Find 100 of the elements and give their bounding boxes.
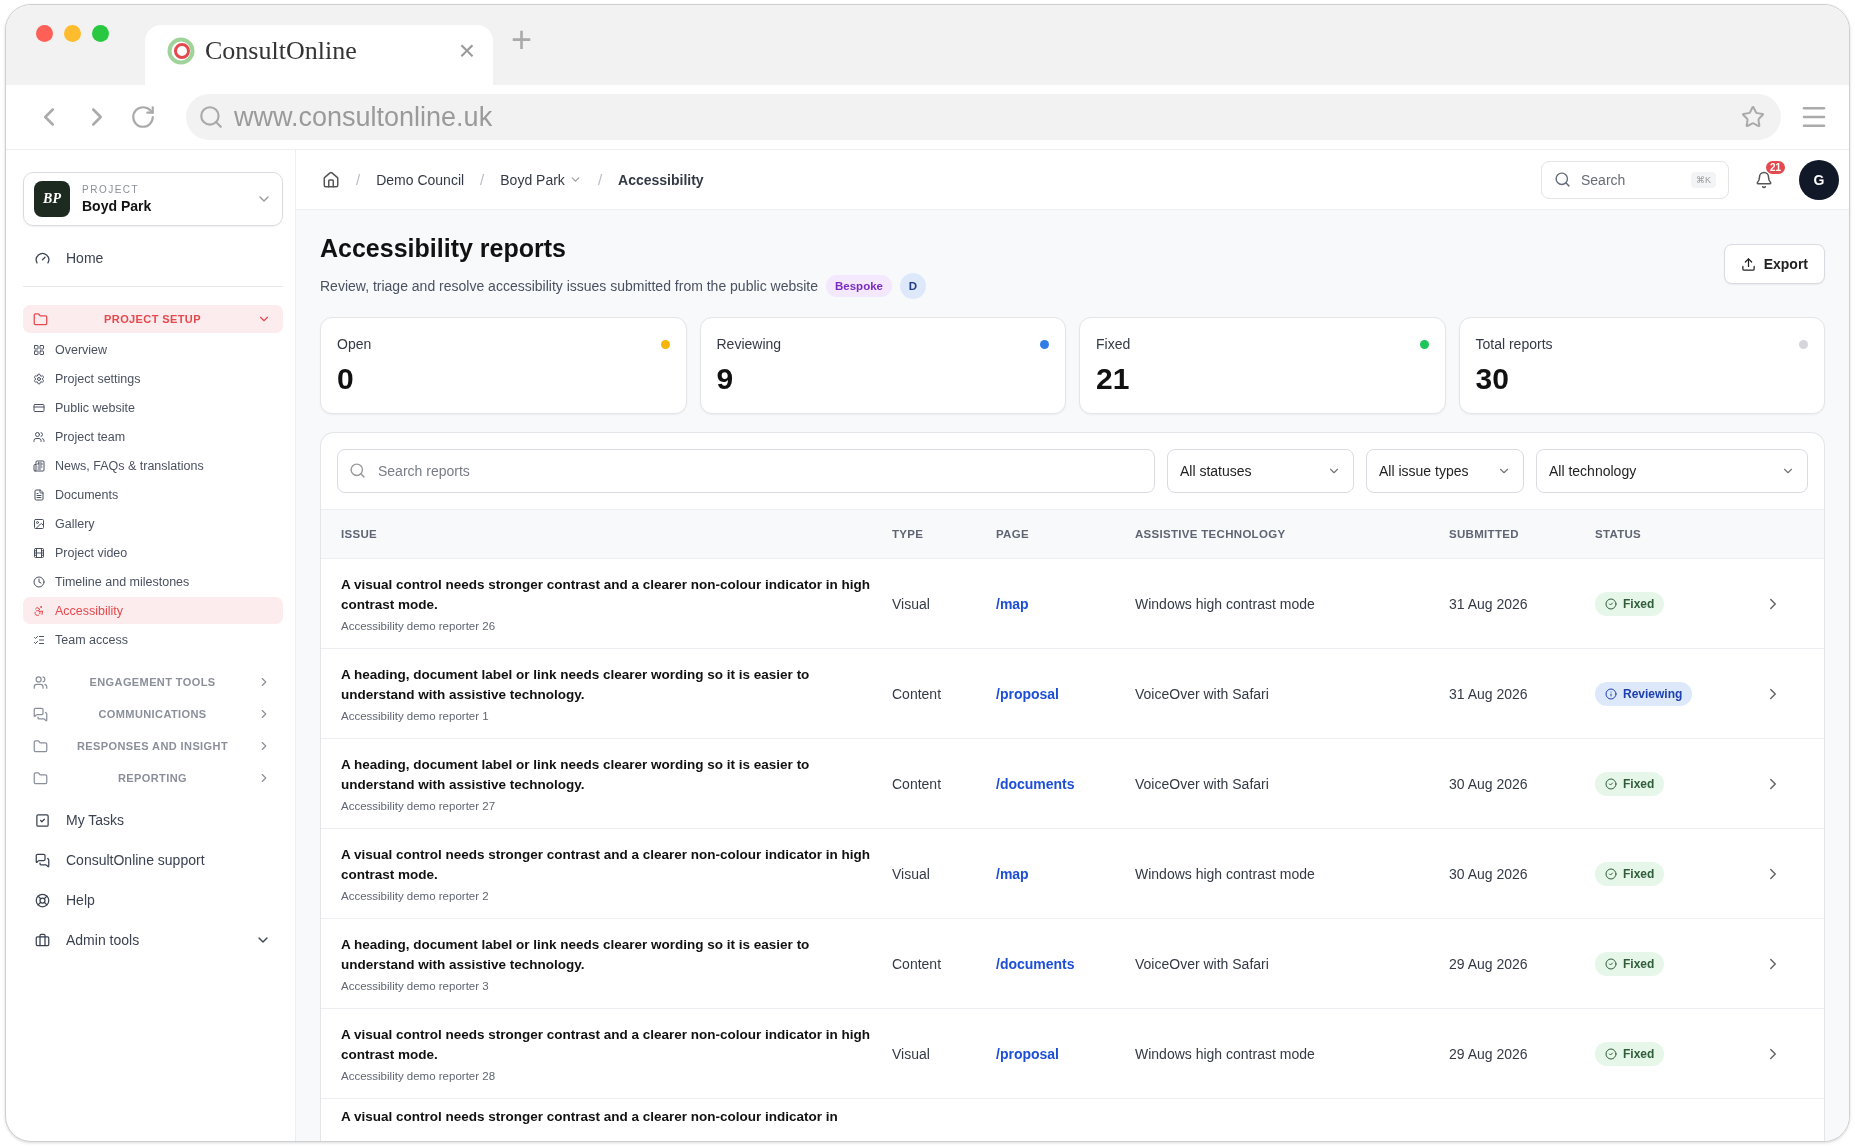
project-logo: BP bbox=[34, 181, 70, 217]
maximize-window-icon[interactable] bbox=[92, 24, 109, 42]
nav-link[interactable]: Help bbox=[23, 880, 283, 920]
nav-item-icon bbox=[33, 401, 45, 414]
page-link[interactable]: /map bbox=[996, 595, 1029, 612]
check-circle-icon bbox=[1605, 777, 1617, 790]
table-row[interactable]: A visual control needs stronger contrast and a clearer non-colour indicator in high contrast mode. Accessibility demo reporter 2 Visual /map Windows high contrast mode 30 Aug 2026 Fixed bbox=[321, 829, 1824, 919]
nav-link[interactable]: ConsultOnline support bbox=[23, 840, 283, 880]
url-text: www.consultonline.uk bbox=[234, 101, 494, 133]
column-header: STATUS bbox=[1595, 528, 1643, 540]
home-icon[interactable] bbox=[322, 170, 340, 189]
column-header: ASSISTIVE TECHNOLOGY bbox=[1135, 528, 1287, 540]
nav-item[interactable]: Overview bbox=[23, 336, 283, 363]
reporter-name: Accessibility demo reporter 3 bbox=[341, 980, 490, 992]
nav-item[interactable]: Gallery bbox=[23, 510, 283, 537]
shortcut-hint: ⌘K bbox=[1691, 171, 1716, 188]
nav-item[interactable]: News, FAQs & translations bbox=[23, 452, 283, 479]
submitted-date: 29 Aug 2026 bbox=[1449, 955, 1529, 972]
nav-item[interactable]: Documents bbox=[23, 481, 283, 508]
check-circle-icon bbox=[1605, 867, 1617, 880]
page-link[interactable]: /proposal bbox=[996, 1045, 1059, 1062]
table-row[interactable]: A visual control needs stronger contrast and a clearer non-colour indicator in high contrast mode. Accessibility demo reporter 26 Visual /map Windows high contrast mode 31 Aug 2026 Fixed bbox=[321, 559, 1824, 649]
browser-tab[interactable]: ConsultOnline × bbox=[145, 25, 493, 85]
table-row[interactable]: A visual control needs stronger contrast and a clearer non-colour indicator in high contrast mode. Accessibility demo reporter 28 Visual /proposal Windows high contrast mode 29 Aug 2026 Fixed bbox=[321, 1009, 1824, 1099]
page-link[interactable]: /documents bbox=[996, 775, 1075, 792]
project-label: PROJECT bbox=[82, 184, 141, 195]
issue-title: A heading, document label or link needs clearer wording so it is easier to understand with assistive technology. bbox=[341, 756, 811, 794]
issue-type: Content bbox=[892, 685, 943, 702]
nav-item[interactable]: Project video bbox=[23, 539, 283, 566]
search-button[interactable]: Search ⌘K bbox=[1541, 160, 1729, 199]
status-badge: Fixed bbox=[1595, 591, 1665, 616]
reporter-name: Accessibility demo reporter 27 bbox=[341, 800, 497, 812]
export-button[interactable]: Export bbox=[1723, 244, 1825, 284]
status-badge: Fixed bbox=[1595, 771, 1665, 796]
filter-select[interactable]: All technology bbox=[1536, 449, 1808, 493]
nav-item[interactable]: Accessibility bbox=[23, 597, 283, 624]
table-row[interactable]: A visual control needs stronger contrast and a clearer non-colour indicator in bbox=[321, 1099, 1824, 1141]
close-window-icon[interactable] bbox=[36, 24, 53, 42]
assistive-technology: VoiceOver with Safari bbox=[1135, 775, 1270, 792]
stat-label: Open bbox=[337, 336, 373, 352]
project-switcher[interactable]: BP PROJECT Boyd Park bbox=[23, 172, 283, 226]
breadcrumb-link[interactable]: Demo Council bbox=[376, 171, 465, 188]
stat-value: 30 bbox=[1475, 362, 1510, 396]
stat-label: Total reports bbox=[1475, 336, 1554, 352]
nav-item-icon bbox=[33, 343, 45, 356]
issue-type: Visual bbox=[892, 595, 931, 612]
info-icon bbox=[1605, 687, 1617, 700]
breadcrumb-separator: / bbox=[480, 171, 485, 188]
issue-title: A heading, document label or link needs clearer wording so it is easier to understand with assistive technology. bbox=[341, 936, 811, 974]
assistive-technology: Windows high contrast mode bbox=[1135, 1045, 1316, 1062]
issue-type: Visual bbox=[892, 1045, 931, 1062]
upload-icon bbox=[1740, 256, 1756, 272]
nav-item-icon bbox=[33, 604, 45, 617]
nav-item[interactable]: Team access bbox=[23, 626, 283, 653]
status-badge: Fixed bbox=[1595, 1041, 1665, 1066]
page-link[interactable]: /proposal bbox=[996, 685, 1059, 702]
filter-select[interactable]: All statuses bbox=[1167, 449, 1354, 493]
nav-item[interactable]: Public website bbox=[23, 394, 283, 421]
stat-label: Fixed bbox=[1096, 336, 1132, 352]
issue-title: A visual control needs stronger contrast and a clearer non-colour indicator in bbox=[341, 1108, 839, 1126]
column-header: TYPE bbox=[892, 528, 925, 540]
nav-item-icon bbox=[33, 488, 45, 501]
assistive-technology: VoiceOver with Safari bbox=[1135, 685, 1270, 702]
nav-item[interactable]: Timeline and milestones bbox=[23, 568, 283, 595]
submitted-date: 31 Aug 2026 bbox=[1449, 685, 1529, 702]
page-link[interactable]: /map bbox=[996, 865, 1029, 882]
nav-item[interactable]: Project team bbox=[23, 423, 283, 450]
reporter-name: Accessibility demo reporter 26 bbox=[341, 620, 497, 632]
minimize-window-icon[interactable] bbox=[64, 24, 81, 42]
search-field[interactable]: Search reports bbox=[337, 449, 1155, 493]
issue-title: A heading, document label or link needs clearer wording so it is easier to understand with assistive technology. bbox=[341, 666, 811, 704]
issue-type: Content bbox=[892, 775, 943, 792]
nav-link[interactable]: Admin tools bbox=[23, 920, 283, 960]
issue-title: A visual control needs stronger contrast and a clearer non-colour indicator in high contrast mode. bbox=[341, 576, 872, 614]
home-nav-item[interactable]: Home bbox=[23, 238, 283, 278]
issue-type: Content bbox=[892, 955, 943, 972]
reload-icon[interactable] bbox=[130, 104, 156, 130]
bookmark-star-icon[interactable] bbox=[1741, 105, 1765, 129]
notification-count: 21 bbox=[1765, 160, 1785, 174]
reporter-name: Accessibility demo reporter 2 bbox=[341, 890, 490, 902]
search-icon bbox=[349, 462, 366, 479]
nav-item-icon bbox=[33, 459, 45, 472]
stat-value: 0 bbox=[337, 362, 355, 396]
nav-item[interactable]: Project settings bbox=[23, 365, 283, 392]
user-avatar[interactable]: G bbox=[1799, 159, 1839, 200]
page-link[interactable]: /documents bbox=[996, 955, 1075, 972]
status-badge: Fixed bbox=[1595, 861, 1665, 886]
nav-link-icon bbox=[35, 892, 50, 908]
column-header: PAGE bbox=[996, 528, 1030, 540]
submitted-date: 30 Aug 2026 bbox=[1449, 865, 1529, 882]
nav-item-icon bbox=[33, 372, 45, 385]
issue-title: A visual control needs stronger contrast and a clearer non-colour indicator in high contrast mode. bbox=[341, 1026, 872, 1064]
column-header: ISSUE bbox=[341, 528, 378, 540]
nav-link[interactable]: My Tasks bbox=[23, 800, 283, 840]
breadcrumb-link[interactable]: Boyd Park bbox=[500, 171, 582, 188]
submitted-date: 29 Aug 2026 bbox=[1449, 1045, 1529, 1062]
check-circle-icon bbox=[1605, 957, 1617, 970]
filter-select[interactable]: All issue types bbox=[1366, 449, 1524, 493]
reporter-name: Accessibility demo reporter 1 bbox=[341, 710, 490, 722]
nav-link-icon bbox=[35, 812, 50, 828]
